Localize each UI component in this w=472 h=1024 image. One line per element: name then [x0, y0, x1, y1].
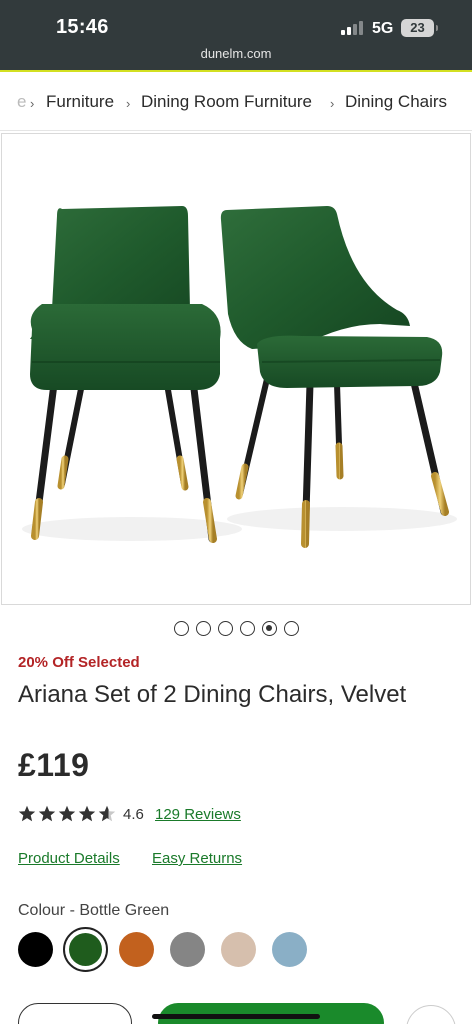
breadcrumb: e › Furniture › Dining Room Furniture › …: [0, 90, 472, 116]
status-time: 15:46: [56, 16, 109, 38]
easy-returns-link[interactable]: Easy Returns: [152, 850, 242, 867]
carousel-dot[interactable]: [284, 621, 299, 636]
sticky-purchase-bar: [0, 995, 472, 1024]
carousel-dot[interactable]: [196, 621, 211, 636]
swatch-natural[interactable]: [221, 932, 256, 967]
carousel-dot-active[interactable]: [262, 621, 277, 636]
wishlist-heart-icon[interactable]: [406, 1005, 456, 1024]
battery-icon: 23: [401, 19, 438, 37]
dining-chairs-photo: [22, 206, 457, 548]
network-type: 5G: [372, 20, 394, 37]
colour-label: Colour - Bottle Green: [18, 902, 170, 919]
swatch-bottle-green-selected[interactable]: [63, 927, 108, 972]
carousel-dot[interactable]: [218, 621, 233, 636]
breadcrumb-truncated: e: [17, 92, 27, 111]
rating-score: 4.6: [123, 806, 144, 823]
carousel-dot[interactable]: [174, 621, 189, 636]
divider: [0, 130, 472, 131]
breadcrumb-dining-room-furniture[interactable]: Dining Room Furniture: [141, 92, 312, 112]
home-indicator: [152, 1014, 320, 1019]
carousel-dot[interactable]: [240, 621, 255, 636]
offer-badge: 20% Off Selected: [18, 654, 140, 671]
swatch-blue[interactable]: [272, 932, 307, 967]
product-details-link[interactable]: Product Details: [18, 850, 120, 867]
address-bar-url[interactable]: dunelm.com: [0, 46, 472, 61]
product-price: £119: [18, 747, 90, 783]
swatch-black[interactable]: [18, 932, 53, 967]
reviews-link[interactable]: 129 Reviews: [155, 806, 241, 823]
swatch-grey[interactable]: [170, 932, 205, 967]
signal-icon: [341, 21, 365, 35]
breadcrumb-furniture[interactable]: Furniture: [46, 92, 114, 112]
chevron-right-icon: ›: [126, 96, 131, 111]
swatch-orange[interactable]: [119, 932, 154, 967]
quantity-stepper[interactable]: [18, 1003, 132, 1024]
product-title: Ariana Set of 2 Dining Chairs, Velvet: [18, 681, 407, 708]
product-image[interactable]: [1, 133, 471, 605]
status-bar: 15:46 5G 23 dunelm.com: [0, 0, 472, 71]
chevron-right-icon: ›: [330, 96, 335, 111]
brand-accent-line: [0, 70, 472, 72]
star-rating-icon: [18, 805, 116, 822]
chevron-right-icon: ›: [30, 96, 35, 111]
breadcrumb-dining-chairs[interactable]: Dining Chairs: [345, 92, 447, 112]
